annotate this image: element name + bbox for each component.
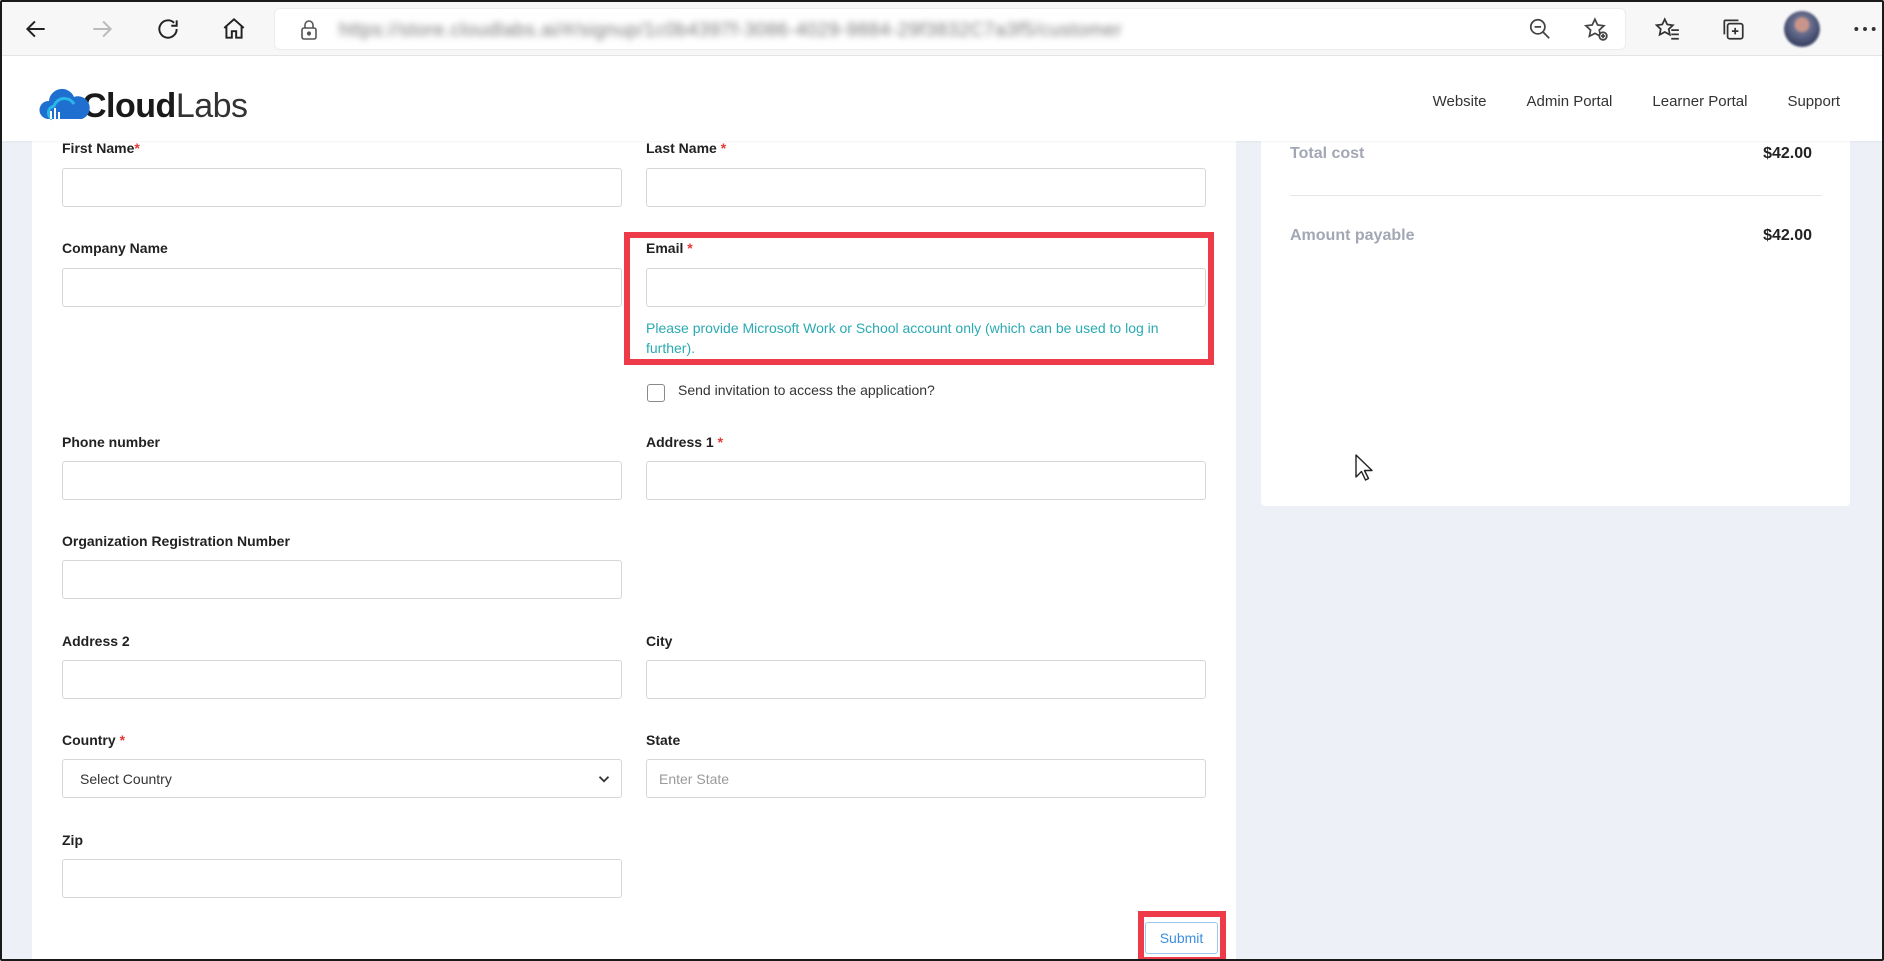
order-summary-card [1261, 130, 1850, 506]
cloud-logo-icon [38, 83, 90, 123]
state-label: State [646, 732, 681, 748]
nav-link-website[interactable]: Website [1433, 93, 1487, 110]
state-input[interactable] [646, 759, 1206, 798]
url-text: https://store.cloudlabs.ai/#/signup/1c0b… [339, 20, 1123, 41]
refresh-icon[interactable] [151, 12, 185, 46]
site-header: CloudLabs Website Admin Portal Learner P… [2, 57, 1882, 141]
zoom-out-icon[interactable] [1523, 12, 1557, 46]
address2-label: Address 2 [62, 633, 130, 649]
nav-link-support[interactable]: Support [1787, 93, 1840, 110]
forward-arrow-icon[interactable] [85, 12, 119, 46]
submit-button[interactable]: Submit [1145, 922, 1218, 954]
last-name-label: Last Name * [646, 140, 727, 156]
zip-input[interactable] [62, 859, 622, 898]
nav-link-admin-portal[interactable]: Admin Portal [1527, 93, 1613, 110]
zip-label: Zip [62, 832, 83, 848]
first-name-label: First Name* [62, 140, 140, 156]
profile-avatar[interactable] [1784, 11, 1820, 47]
summary-divider [1290, 195, 1822, 196]
amount-payable-row: Amount payable $42.00 [1290, 227, 1812, 245]
first-name-input[interactable] [62, 168, 622, 207]
send-invitation-label: Send invitation to access the applicatio… [678, 382, 935, 398]
home-icon[interactable] [217, 12, 251, 46]
amount-payable-value: $42.00 [1763, 227, 1812, 244]
last-name-input[interactable] [646, 168, 1206, 207]
amount-payable-label: Amount payable [1290, 227, 1415, 244]
email-input[interactable] [646, 268, 1206, 307]
total-cost-label: Total cost [1290, 145, 1365, 162]
country-select[interactable]: Select Country [62, 759, 622, 798]
favorites-icon[interactable] [1651, 12, 1685, 46]
country-selected-value: Select Country [80, 770, 172, 787]
total-cost-value: $42.00 [1763, 145, 1812, 162]
total-cost-row: Total cost $42.00 [1290, 145, 1812, 163]
city-label: City [646, 633, 673, 649]
main-nav: Website Admin Portal Learner Portal Supp… [1433, 93, 1840, 110]
collections-icon[interactable] [1716, 12, 1750, 46]
lock-icon [301, 20, 317, 40]
logo-text-light: Labs [175, 86, 248, 125]
org-registration-number-label: Organization Registration Number [62, 533, 290, 549]
address-bar[interactable]: https://store.cloudlabs.ai/#/signup/1c0b… [274, 8, 1626, 50]
email-label: Email * [646, 240, 693, 256]
phone-number-input[interactable] [62, 461, 622, 500]
browser-toolbar: https://store.cloudlabs.ai/#/signup/1c0b… [2, 2, 1882, 56]
org-registration-number-input[interactable] [62, 560, 622, 599]
add-favorite-icon[interactable] [1579, 12, 1613, 46]
send-invitation-checkbox[interactable] [647, 384, 665, 402]
more-options-icon[interactable] [1850, 12, 1880, 46]
logo-text-bold: Cloud [82, 86, 176, 125]
company-name-input[interactable] [62, 268, 622, 307]
address1-input[interactable] [646, 461, 1206, 500]
mouse-cursor-icon [1355, 454, 1373, 481]
city-input[interactable] [646, 660, 1206, 699]
chevron-down-icon [598, 776, 610, 783]
back-arrow-icon[interactable] [19, 12, 53, 46]
browser-window: https://store.cloudlabs.ai/#/signup/1c0b… [0, 0, 1884, 961]
address1-label: Address 1 * [646, 434, 724, 450]
address2-input[interactable] [62, 660, 622, 699]
signup-form-panel [32, 141, 1236, 959]
cloudlabs-logo[interactable]: CloudLabs [38, 81, 248, 125]
country-label: Country * [62, 732, 126, 748]
nav-link-learner-portal[interactable]: Learner Portal [1652, 93, 1747, 110]
company-name-label: Company Name [62, 240, 168, 256]
phone-number-label: Phone number [62, 434, 161, 450]
email-hint-text: Please provide Microsoft Work or School … [646, 320, 1159, 356]
